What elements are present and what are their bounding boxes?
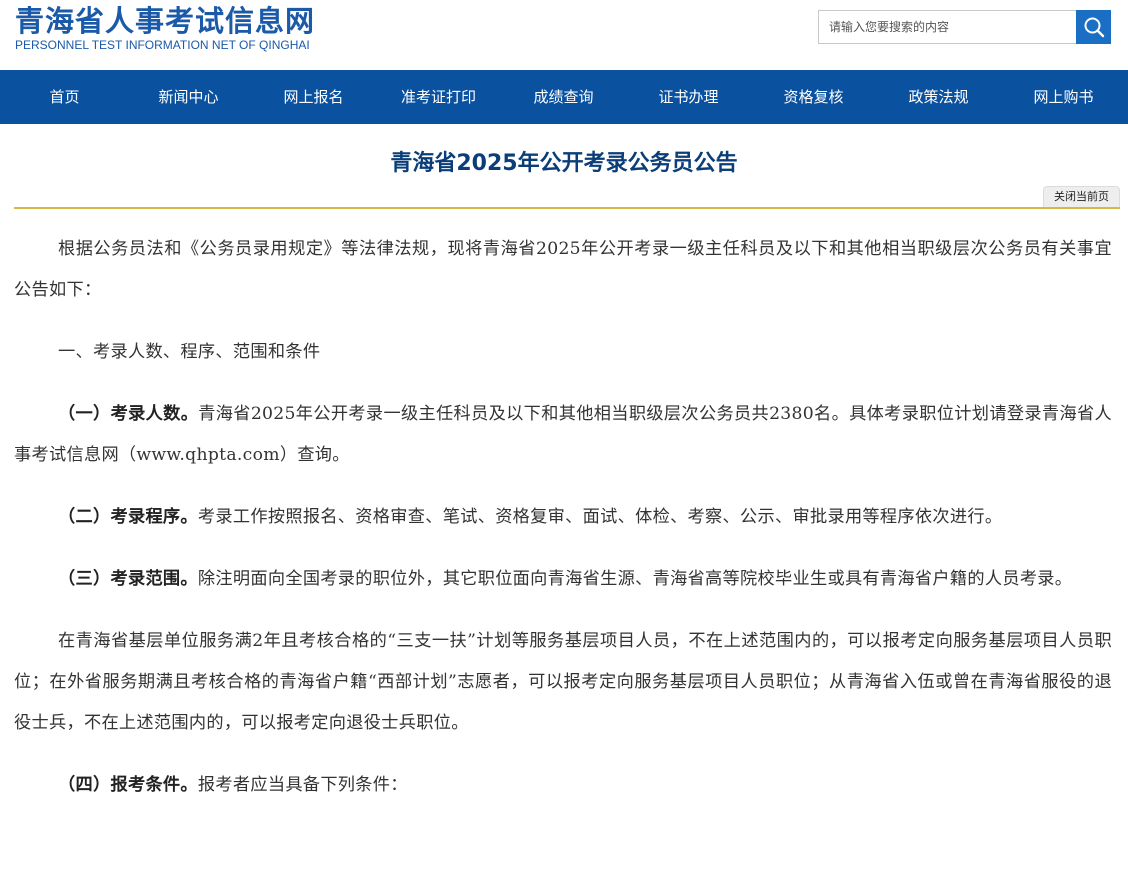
search-button[interactable] xyxy=(1076,10,1111,44)
close-page-button[interactable]: 关闭当前页 xyxy=(1043,186,1120,207)
nav-item-bookstore[interactable]: 网上购书 xyxy=(1001,70,1126,124)
search-box xyxy=(818,10,1111,44)
paragraph-item-3: （三）考录范围。除注明面向全国考录的职位外，其它职位面向青海省生源、青海省高等院… xyxy=(14,559,1112,600)
nav-item-policy[interactable]: 政策法规 xyxy=(876,70,1001,124)
nav-item-qualification-review[interactable]: 资格复核 xyxy=(751,70,876,124)
nav-item-home[interactable]: 首页 xyxy=(2,70,127,124)
paragraph-item-1: （一）考录人数。青海省2025年公开考录一级主任科员及以下和其他相当职级层次公务… xyxy=(14,394,1112,476)
nav-item-admission-ticket[interactable]: 准考证打印 xyxy=(376,70,501,124)
nav-item-score-query[interactable]: 成绩查询 xyxy=(501,70,626,124)
site-title: 青海省人事考试信息网 xyxy=(15,4,316,38)
nav-item-news[interactable]: 新闻中心 xyxy=(126,70,251,124)
paragraph-item-4: （四）报考条件。报考者应当具备下列条件： xyxy=(14,765,1112,806)
paragraph-item-3-extra: 在青海省基层单位服务满2年且考核合格的“三支一扶”计划等服务基层项目人员，不在上… xyxy=(14,631,1112,733)
article-title: 青海省2025年公开考录公务员公告 xyxy=(390,151,738,176)
search-input[interactable] xyxy=(818,10,1076,44)
item-text: 报考者应当具备下列条件： xyxy=(197,775,408,795)
title-divider xyxy=(14,207,1120,209)
nav-item-registration[interactable]: 网上报名 xyxy=(251,70,376,124)
intro-paragraph: 根据公务员法和《公务员录用规定》等法律法规，现将青海省2025年公开考录一级主任… xyxy=(14,239,1112,300)
site-header: 青海省人事考试信息网 PERSONNEL TEST INFORMATION NE… xyxy=(0,0,1128,70)
site-subtitle: PERSONNEL TEST INFORMATION NET OF QINGHA… xyxy=(15,38,310,52)
nav-item-certificate[interactable]: 证书办理 xyxy=(626,70,751,124)
item-text: 考录工作按照报名、资格审查、笔试、资格复审、面试、体检、考察、公示、审批录用等程… xyxy=(197,507,1003,527)
item-label: （一）考录人数。 xyxy=(58,404,199,424)
main-nav: 首页 新闻中心 网上报名 准考证打印 成绩查询 证书办理 资格复核 政策法规 网… xyxy=(0,70,1128,124)
item-text: 除注明面向全国考录的职位外，其它职位面向青海省生源、青海省高等院校毕业生或具有青… xyxy=(197,569,1073,589)
item-label: （四）报考条件。 xyxy=(58,775,198,795)
article-body: 根据公务员法和《公务员录用规定》等法律法规，现将青海省2025年公开考录一级主任… xyxy=(14,229,1112,806)
item-label: （二）考录程序。 xyxy=(58,507,198,527)
section-heading: 一、考录人数、程序、范围和条件 xyxy=(58,342,321,362)
search-icon xyxy=(1084,17,1104,38)
site-logo[interactable]: 青海省人事考试信息网 PERSONNEL TEST INFORMATION NE… xyxy=(15,4,325,51)
item-label: （三）考录范围。 xyxy=(58,569,198,589)
paragraph-item-2: （二）考录程序。考录工作按照报名、资格审查、笔试、资格复审、面试、体检、考察、公… xyxy=(14,497,1112,538)
